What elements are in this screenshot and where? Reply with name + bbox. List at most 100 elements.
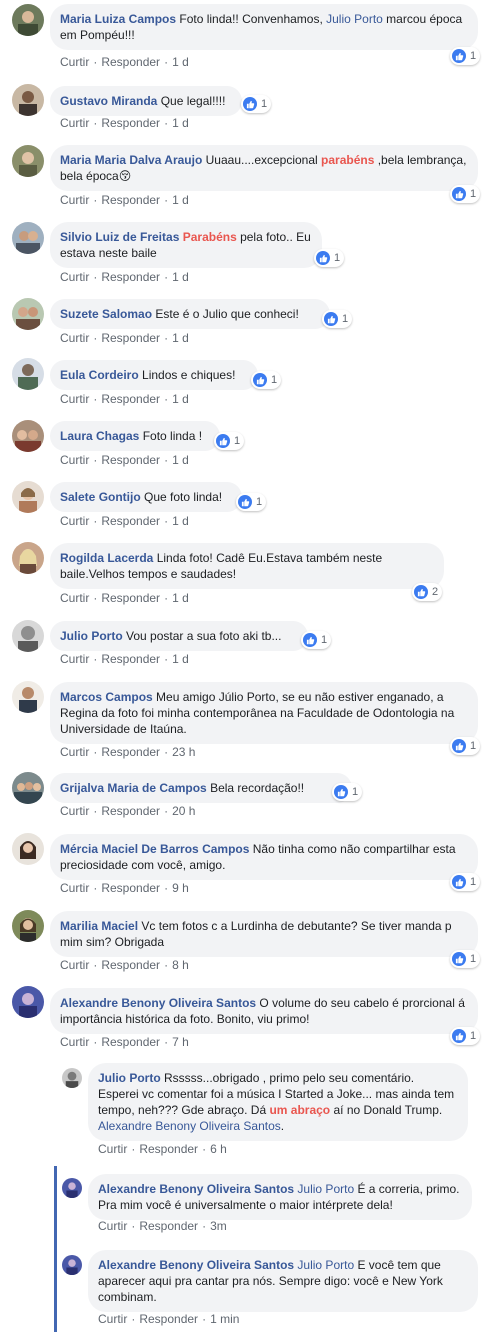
author-name[interactable]: Silvio Luiz de Freitas <box>60 230 179 244</box>
reply-link[interactable]: Responder <box>101 514 160 528</box>
timestamp[interactable]: 1 d <box>172 591 189 605</box>
author-name[interactable]: Eula Cordeiro <box>60 368 139 382</box>
reply-link[interactable]: Responder <box>101 331 160 345</box>
author-name[interactable]: Julio Porto <box>98 1071 161 1085</box>
timestamp[interactable]: 1 d <box>172 453 189 467</box>
like-link[interactable]: Curtir <box>60 270 89 284</box>
timestamp[interactable]: 1 d <box>172 193 189 207</box>
reaction-count[interactable]: 1 <box>450 185 481 203</box>
like-link[interactable]: Curtir <box>60 804 89 818</box>
timestamp[interactable]: 1 min <box>210 1312 239 1326</box>
timestamp[interactable]: 1 d <box>172 55 189 69</box>
reply-link[interactable]: Responder <box>101 193 160 207</box>
reply-link[interactable]: Responder <box>139 1312 198 1326</box>
avatar[interactable] <box>12 772 44 804</box>
avatar[interactable] <box>62 1178 82 1198</box>
avatar[interactable] <box>12 222 44 254</box>
timestamp[interactable]: 6 h <box>210 1142 227 1156</box>
like-link[interactable]: Curtir <box>60 745 89 759</box>
mention-link[interactable]: Julio Porto <box>297 1182 354 1196</box>
reply-link[interactable]: Responder <box>101 1035 160 1049</box>
timestamp[interactable]: 1 d <box>172 652 189 666</box>
mention-link[interactable]: Julio Porto <box>297 1258 354 1272</box>
like-link[interactable]: Curtir <box>60 331 89 345</box>
like-link[interactable]: Curtir <box>60 591 89 605</box>
avatar[interactable] <box>12 4 44 36</box>
avatar[interactable] <box>12 620 44 652</box>
author-name[interactable]: Marilia Maciel <box>60 919 138 933</box>
like-link[interactable]: Curtir <box>60 55 89 69</box>
avatar[interactable] <box>12 298 44 330</box>
highlight-text[interactable]: um abraço <box>269 1103 330 1117</box>
reply-link[interactable]: Responder <box>101 55 160 69</box>
reaction-count[interactable]: 1 <box>450 737 481 755</box>
avatar[interactable] <box>12 910 44 942</box>
avatar[interactable] <box>12 681 44 713</box>
reaction-count[interactable]: 1 <box>450 873 481 891</box>
reply-link[interactable]: Responder <box>101 958 160 972</box>
reply-link[interactable]: Responder <box>101 591 160 605</box>
like-link[interactable]: Curtir <box>60 958 89 972</box>
timestamp[interactable]: 1 d <box>172 514 189 528</box>
author-name[interactable]: Gustavo Miranda <box>60 94 157 108</box>
reply-link[interactable]: Responder <box>101 116 160 130</box>
like-link[interactable]: Curtir <box>60 881 89 895</box>
avatar[interactable] <box>12 481 44 513</box>
timestamp[interactable]: 8 h <box>172 958 189 972</box>
highlight-text[interactable]: parabéns <box>321 153 374 167</box>
author-name[interactable]: Suzete Salomao <box>60 307 152 321</box>
like-link[interactable]: Curtir <box>60 1035 89 1049</box>
avatar[interactable] <box>12 420 44 452</box>
reaction-count[interactable]: 1 <box>322 310 353 328</box>
avatar[interactable] <box>12 145 44 177</box>
reply-link[interactable]: Responder <box>139 1219 198 1233</box>
author-name[interactable]: Alexandre Benony Oliveira Santos <box>98 1258 294 1272</box>
timestamp[interactable]: 20 h <box>172 804 195 818</box>
reaction-count[interactable]: 1 <box>450 47 481 65</box>
author-name[interactable]: Mércia Maciel De Barros Campos <box>60 842 249 856</box>
author-name[interactable]: Rogilda Lacerda <box>60 551 153 565</box>
author-name[interactable]: Salete Gontijo <box>60 490 141 504</box>
author-name[interactable]: Grijalva Maria de Campos <box>60 781 207 795</box>
reaction-count[interactable]: 1 <box>241 95 272 113</box>
reaction-count[interactable]: 1 <box>314 249 345 267</box>
timestamp[interactable]: 7 h <box>172 1035 189 1049</box>
mention-link[interactable]: Alexandre Benony Oliveira Santos <box>98 1119 281 1133</box>
like-link[interactable]: Curtir <box>60 193 89 207</box>
like-link[interactable]: Curtir <box>60 392 89 406</box>
mention-link[interactable]: Julio Porto <box>326 12 383 26</box>
reaction-count[interactable]: 2 <box>412 583 443 601</box>
avatar[interactable] <box>62 1255 82 1275</box>
author-name[interactable]: Laura Chagas <box>60 429 139 443</box>
avatar[interactable] <box>12 986 44 1018</box>
author-name[interactable]: Maria Luiza Campos <box>60 12 176 26</box>
reply-link[interactable]: Responder <box>101 804 160 818</box>
author-name[interactable]: Alexandre Benony Oliveira Santos <box>60 996 256 1010</box>
reply-link[interactable]: Responder <box>101 453 160 467</box>
reply-link[interactable]: Responder <box>101 270 160 284</box>
reaction-count[interactable]: 1 <box>332 783 363 801</box>
author-name[interactable]: Alexandre Benony Oliveira Santos <box>98 1182 294 1196</box>
like-link[interactable]: Curtir <box>98 1312 127 1326</box>
highlight-text[interactable]: Parabéns <box>183 230 237 244</box>
like-link[interactable]: Curtir <box>98 1219 127 1233</box>
reaction-count[interactable]: 1 <box>301 631 332 649</box>
reply-link[interactable]: Responder <box>101 652 160 666</box>
author-name[interactable]: Julio Porto <box>60 629 123 643</box>
avatar[interactable] <box>12 833 44 865</box>
reply-link[interactable]: Responder <box>101 881 160 895</box>
timestamp[interactable]: 1 d <box>172 116 189 130</box>
timestamp[interactable]: 1 d <box>172 270 189 284</box>
reply-link[interactable]: Responder <box>139 1142 198 1156</box>
avatar[interactable] <box>12 84 44 116</box>
like-link[interactable]: Curtir <box>60 453 89 467</box>
like-link[interactable]: Curtir <box>60 514 89 528</box>
timestamp[interactable]: 1 d <box>172 392 189 406</box>
avatar[interactable] <box>62 1068 82 1088</box>
reaction-count[interactable]: 1 <box>450 1027 481 1045</box>
reaction-count[interactable]: 1 <box>236 493 267 511</box>
like-link[interactable]: Curtir <box>98 1142 127 1156</box>
reaction-count[interactable]: 1 <box>450 950 481 968</box>
timestamp[interactable]: 23 h <box>172 745 195 759</box>
like-link[interactable]: Curtir <box>60 652 89 666</box>
